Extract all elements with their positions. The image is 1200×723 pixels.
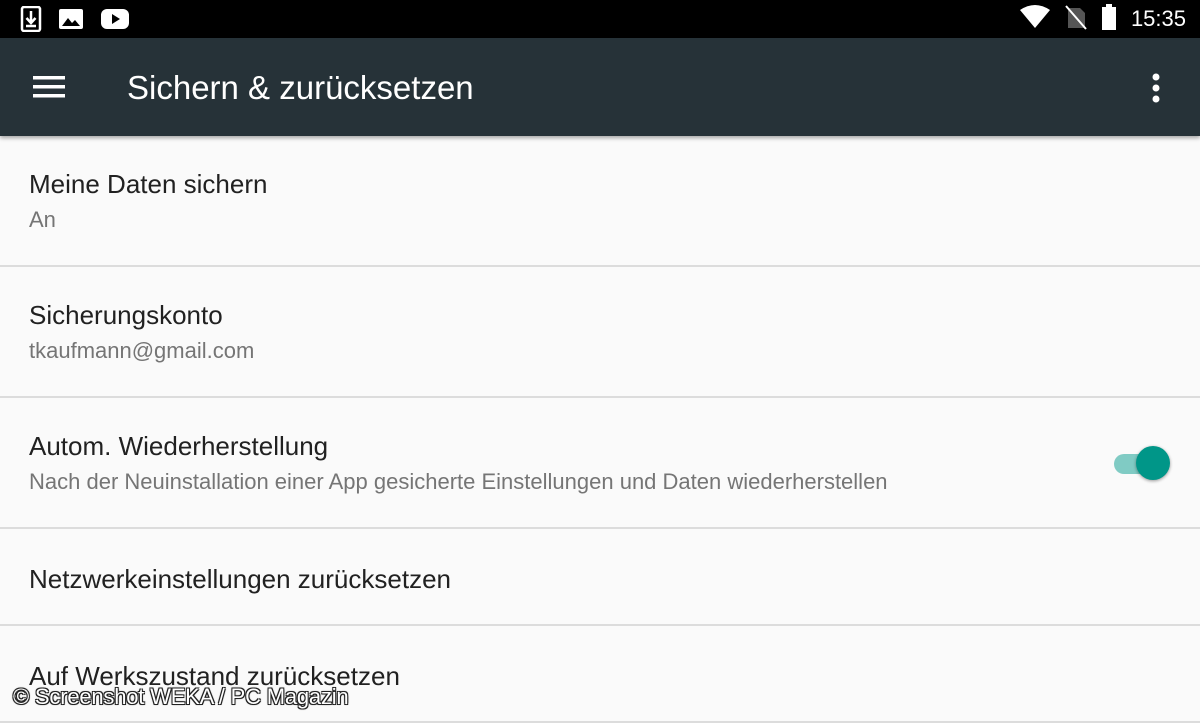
download-icon xyxy=(20,5,42,37)
setting-network-reset[interactable]: Netzwerkeinstellungen zurücksetzen xyxy=(0,529,1200,626)
copyright-watermark: © Screenshot WEKA / PC Magazin xyxy=(13,684,349,709)
setting-summary: Nach der Neuinstallation einer App gesic… xyxy=(29,469,888,494)
setting-title: Meine Daten sichern xyxy=(29,169,268,199)
setting-auto-restore[interactable]: Autom. Wiederherstellung Nach der Neuins… xyxy=(0,398,1200,529)
clock: 15:35 xyxy=(1130,6,1186,31)
battery-icon xyxy=(1101,3,1117,35)
setting-backup-data[interactable]: Meine Daten sichern An xyxy=(0,136,1200,267)
setting-title: Sicherungskonto xyxy=(29,300,223,330)
setting-summary: tkaufmann@gmail.com xyxy=(29,338,255,363)
image-icon xyxy=(58,7,84,36)
notification-icons xyxy=(20,5,130,37)
auto-restore-toggle[interactable] xyxy=(1112,445,1170,481)
status-bar: 15:35 xyxy=(0,0,1200,38)
hamburger-menu-icon xyxy=(33,76,65,98)
youtube-icon xyxy=(100,8,130,35)
setting-title: Autom. Wiederherstellung xyxy=(29,431,329,461)
more-vert-icon xyxy=(1152,73,1160,103)
toggle-thumb xyxy=(1136,446,1170,480)
settings-list: Meine Daten sichern An Sicherungskonto t… xyxy=(0,136,1200,723)
overflow-menu-button[interactable] xyxy=(1132,66,1180,110)
no-sim-icon xyxy=(1065,4,1087,35)
app-toolbar: Sichern & zurücksetzen xyxy=(0,38,1200,136)
navigation-menu-button[interactable] xyxy=(22,64,76,110)
page-title: Sichern & zurücksetzen xyxy=(127,69,474,106)
setting-backup-account[interactable]: Sicherungskonto tkaufmann@gmail.com xyxy=(0,267,1200,398)
wifi-icon xyxy=(1019,4,1051,34)
setting-summary: An xyxy=(29,207,56,232)
setting-title: Netzwerkeinstellungen zurücksetzen xyxy=(29,564,451,594)
system-icons: 15:35 xyxy=(1019,3,1186,35)
